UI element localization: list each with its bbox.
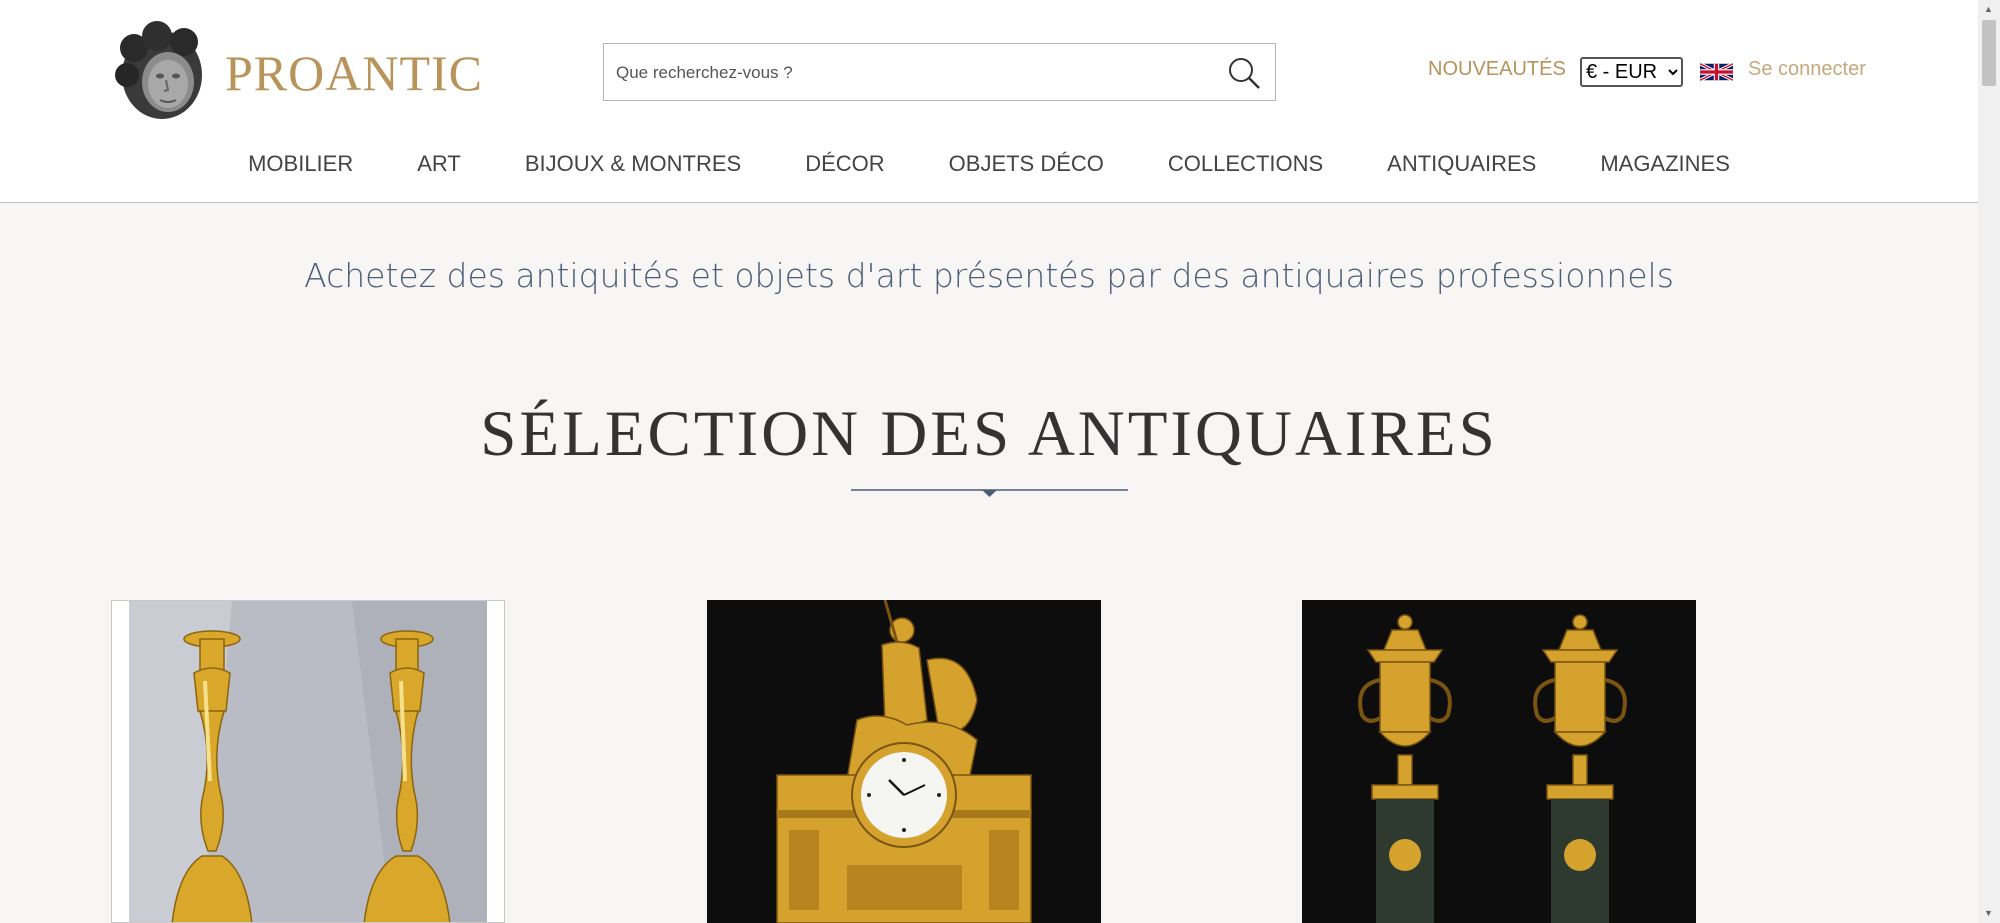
uk-flag-icon[interactable] (1700, 60, 1733, 84)
scrollbar-thumb[interactable] (1982, 20, 1996, 86)
product-card[interactable] (1302, 600, 1696, 923)
site-header: PROANTIC NOUVEAUTÉS € - EUR Se connecter… (0, 0, 1978, 203)
search-box (603, 43, 1276, 101)
search-input[interactable] (614, 56, 1208, 90)
page-scrollbar[interactable]: ▲ ▼ (1978, 0, 2000, 923)
section-title: SÉLECTION DES ANTIQUAIRES (480, 398, 1498, 470)
brand-name[interactable]: PROANTIC (225, 44, 483, 102)
nav-item-antiquaires[interactable]: ANTIQUAIRES (1355, 148, 1568, 180)
title-divider (851, 489, 1128, 497)
nav-item-magazines[interactable]: MAGAZINES (1568, 148, 1762, 180)
page-tagline: Achetez des antiquités et objets d'art p… (304, 256, 1674, 295)
new-arrivals-link[interactable]: NOUVEAUTÉS (1428, 58, 1566, 81)
gilt-bronze-cassolettes-pair-image[interactable] (1302, 600, 1696, 923)
scroll-down-arrow-icon[interactable]: ▼ (1984, 908, 1993, 918)
cherub-head-logo[interactable] (112, 20, 212, 123)
product-card[interactable] (111, 600, 505, 923)
nav-item-objets-deco[interactable]: OBJETS DÉCO (917, 148, 1136, 180)
nav-item-art[interactable]: ART (385, 148, 493, 180)
main-nav: MOBILIER ART BIJOUX & MONTRES DÉCOR OBJE… (0, 148, 1978, 180)
nav-item-mobilier[interactable]: MOBILIER (216, 148, 385, 180)
nav-item-bijoux-montres[interactable]: BIJOUX & MONTRES (493, 148, 773, 180)
login-link[interactable]: Se connecter (1748, 58, 1866, 81)
scroll-up-arrow-icon[interactable]: ▲ (1984, 4, 1993, 14)
empire-gilt-bronze-mantel-clock-image[interactable] (707, 600, 1101, 923)
gilt-bronze-candlesticks-pair-image[interactable] (112, 601, 504, 923)
nav-item-collections[interactable]: COLLECTIONS (1136, 148, 1355, 180)
currency-select[interactable]: € - EUR (1580, 57, 1683, 87)
product-card[interactable] (707, 600, 1101, 923)
nav-item-decor[interactable]: DÉCOR (773, 148, 916, 180)
search-icon[interactable] (1227, 56, 1261, 90)
